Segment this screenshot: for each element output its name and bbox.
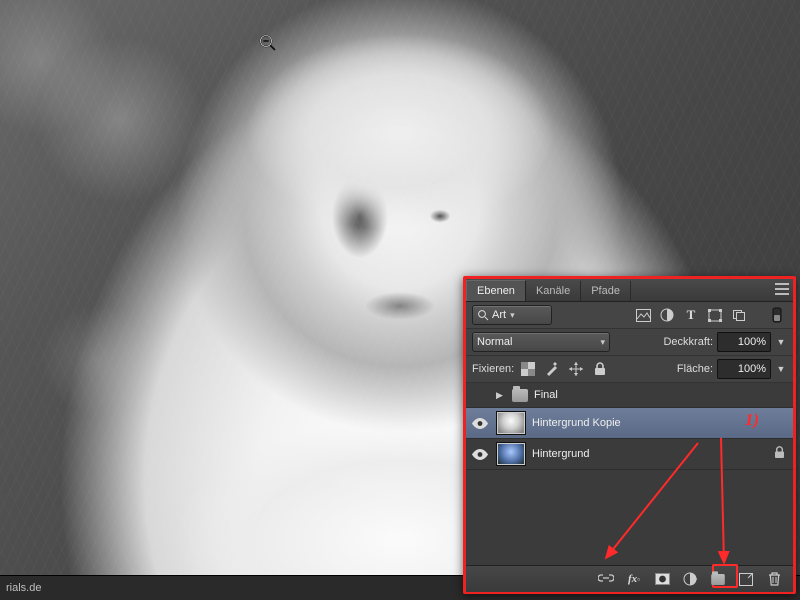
filter-kind-label: Art [492, 309, 506, 321]
group-name[interactable]: Final [534, 389, 558, 401]
add-mask-icon[interactable] [653, 570, 671, 588]
annotation-label: 1) [745, 410, 759, 430]
lock-transparency-icon[interactable] [518, 360, 538, 378]
fill-label: Fläche: [677, 363, 713, 375]
filter-shape-icon[interactable] [705, 306, 725, 324]
lock-icon [774, 446, 785, 462]
blend-mode-value: Normal [477, 336, 512, 348]
fill-flyout-icon[interactable]: ▼ [775, 360, 787, 378]
delete-layer-icon[interactable] [765, 570, 783, 588]
filter-toggle-switch[interactable] [767, 306, 787, 324]
opacity-value: 100% [738, 336, 766, 348]
layer-group-row[interactable]: ▶ Final [466, 383, 793, 408]
blend-mode-select[interactable]: Normal ▾ [472, 332, 610, 352]
filter-adjustment-icon[interactable] [657, 306, 677, 324]
lock-all-icon[interactable] [590, 360, 610, 378]
opacity-input[interactable]: 100% [717, 332, 771, 352]
tab-layers[interactable]: Ebenen [466, 280, 526, 301]
layers-panel: Ebenen Kanäle Pfade Art ▾ T Normal ▾ [463, 276, 796, 594]
new-group-icon[interactable] [709, 570, 727, 588]
new-adjustment-layer-icon[interactable]: ▫ [681, 570, 699, 588]
fill-input[interactable]: 100% [717, 359, 771, 379]
zoom-out-cursor [259, 34, 277, 52]
blend-row: Normal ▾ Deckkraft: 100% ▼ [466, 329, 793, 356]
lock-row: Fixieren: Fläche: 100% ▼ [466, 356, 793, 383]
panel-menu-icon[interactable] [775, 283, 789, 295]
eye-icon [472, 449, 488, 460]
tab-channels[interactable]: Kanäle [526, 281, 581, 301]
layer-filter-row: Art ▾ T [466, 302, 793, 329]
search-icon [477, 309, 489, 321]
new-layer-icon[interactable] [737, 570, 755, 588]
opacity-flyout-icon[interactable]: ▼ [775, 333, 787, 351]
chevron-updown-icon: ▾ [600, 337, 605, 348]
layer-thumbnail[interactable] [496, 442, 526, 466]
panel-tabs: Ebenen Kanäle Pfade [466, 279, 793, 302]
filter-smartobject-icon[interactable] [729, 306, 749, 324]
filter-type-icon[interactable]: T [681, 306, 701, 324]
layers-list[interactable]: ▶ Final Hintergrund Kopie 1) Hintergrund [466, 383, 793, 565]
visibility-toggle[interactable] [470, 449, 490, 460]
opacity-label: Deckkraft: [663, 336, 713, 348]
visibility-toggle[interactable] [470, 418, 490, 429]
filter-kind-select[interactable]: Art ▾ [472, 305, 552, 325]
lock-position-icon[interactable] [566, 360, 586, 378]
layer-fx-icon[interactable]: fx▫ [625, 570, 643, 588]
lock-label: Fixieren: [472, 363, 514, 375]
layer-row[interactable]: Hintergrund Kopie 1) [466, 408, 793, 439]
folder-icon [512, 389, 528, 402]
layers-panel-footer: fx▫ ▫ [466, 565, 793, 592]
layer-row[interactable]: Hintergrund [466, 439, 793, 470]
layer-thumbnail[interactable] [496, 411, 526, 435]
disclosure-triangle-icon[interactable]: ▶ [496, 390, 506, 401]
filter-image-icon[interactable] [633, 306, 653, 324]
layer-name[interactable]: Hintergrund Kopie [532, 417, 621, 429]
layer-name[interactable]: Hintergrund [532, 448, 589, 460]
lock-pixels-icon[interactable] [542, 360, 562, 378]
tab-paths[interactable]: Pfade [581, 281, 631, 301]
chevron-updown-icon: ▾ [510, 310, 515, 321]
link-layers-icon[interactable] [597, 570, 615, 588]
status-text: rials.de [6, 582, 41, 594]
fill-value: 100% [738, 363, 766, 375]
eye-icon [472, 418, 488, 429]
